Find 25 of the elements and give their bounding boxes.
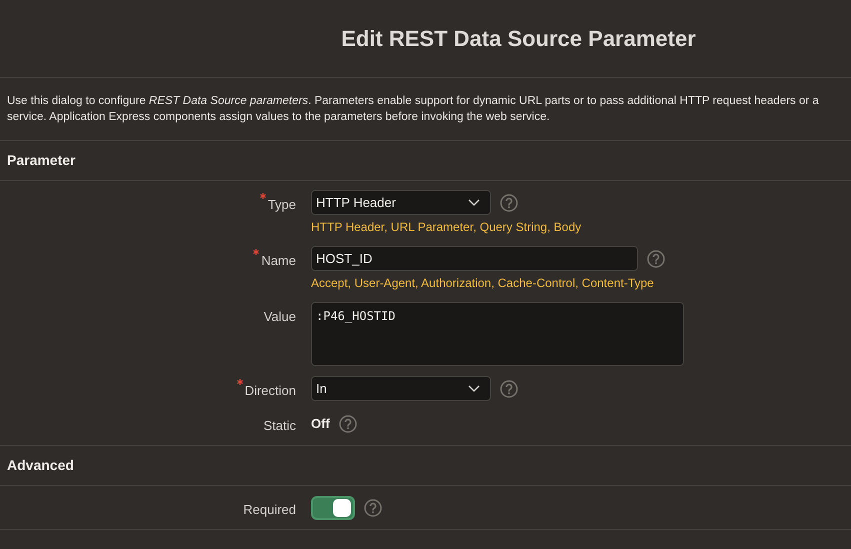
field-label: Name bbox=[261, 252, 296, 270]
toggle-switch[interactable] bbox=[311, 496, 355, 520]
static-value: Off bbox=[311, 414, 330, 433]
help-icon[interactable] bbox=[647, 250, 665, 268]
textarea-field[interactable]: :P46_HOSTID bbox=[311, 302, 684, 366]
dialog-title: Edit REST Data Source Parameter bbox=[341, 25, 696, 53]
text-field[interactable]: HOST_ID bbox=[311, 246, 638, 271]
dialog-description: Use this dialog to configure REST Data Source parameters. Parameters enable support for dynamic URL parts or to pass additional HTTP request headers or a service. Application Express components assign values to the parameters before invoking the web service. bbox=[7, 94, 820, 125]
field-label: Static bbox=[263, 417, 296, 435]
help-icon[interactable] bbox=[500, 194, 518, 212]
chevron-down-icon bbox=[468, 384, 480, 392]
field-label: Type bbox=[268, 196, 296, 214]
chevron-down-icon bbox=[468, 198, 480, 206]
field-label: Value bbox=[264, 308, 296, 326]
field-label: Direction bbox=[244, 382, 296, 400]
section-heading: Parameter bbox=[7, 151, 76, 170]
section-heading: Advanced bbox=[7, 456, 74, 475]
field-hint: HTTP Header, URL Parameter, Query String, Body bbox=[311, 219, 582, 236]
help-icon[interactable] bbox=[500, 380, 518, 398]
help-icon[interactable] bbox=[364, 498, 382, 516]
field-hint: Accept, User-Agent, Authorization, Cache-Control, Content-Type bbox=[311, 275, 655, 292]
select-field[interactable]: HTTP Header bbox=[311, 190, 491, 215]
field-label: Required bbox=[243, 501, 296, 519]
select-field[interactable]: In bbox=[311, 376, 491, 401]
help-icon[interactable] bbox=[338, 414, 357, 432]
